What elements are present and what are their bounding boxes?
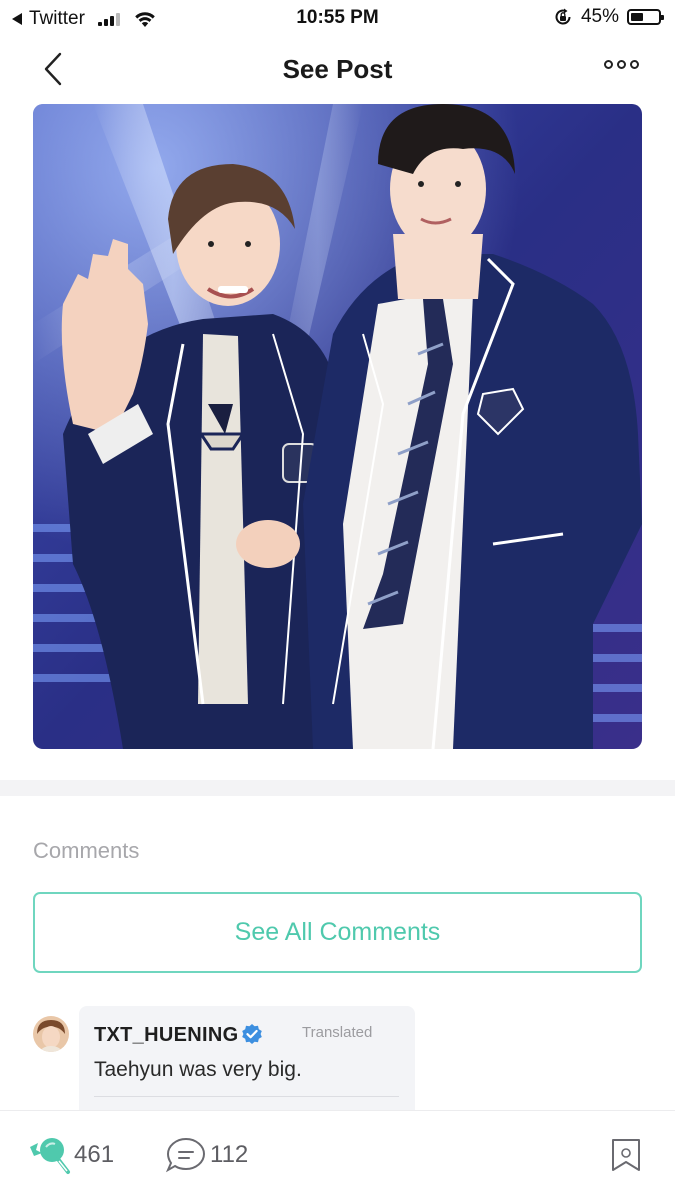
status-bar: Twitter 10:55 PM 45% bbox=[0, 0, 675, 34]
comment-divider bbox=[94, 1096, 399, 1097]
more-dot bbox=[604, 60, 613, 69]
bottom-action-bar: 461 112 bbox=[0, 1110, 675, 1201]
more-dots-icon[interactable] bbox=[604, 60, 639, 69]
top-nav: See Post bbox=[0, 40, 675, 98]
battery-percent: 45% bbox=[580, 6, 619, 27]
comment-author[interactable]: TXT_HUENING bbox=[94, 1024, 238, 1047]
section-divider bbox=[0, 780, 675, 796]
translated-label: Translated bbox=[302, 1024, 373, 1041]
avatar[interactable] bbox=[33, 1016, 69, 1052]
more-dot bbox=[617, 60, 626, 69]
battery-icon bbox=[627, 9, 664, 25]
page-title: See Post bbox=[282, 54, 393, 84]
like-count: 461 bbox=[74, 1141, 115, 1168]
like-lollipop-icon[interactable] bbox=[28, 1133, 72, 1175]
comment-item[interactable]: TXT_HUENING Translated Taehyun was very … bbox=[79, 1006, 415, 1126]
see-all-comments-button[interactable]: See All Comments bbox=[33, 892, 642, 973]
verified-badge-icon bbox=[242, 1024, 262, 1044]
bookmark-icon[interactable] bbox=[611, 1138, 641, 1172]
rotation-lock-icon bbox=[555, 8, 571, 25]
post-image[interactable] bbox=[33, 104, 642, 749]
avatar-image bbox=[33, 1016, 69, 1052]
post-photo-illustration bbox=[33, 104, 642, 749]
comment-count: 112 bbox=[210, 1141, 249, 1168]
comments-section-label: Comments bbox=[33, 838, 140, 863]
more-dot bbox=[630, 60, 639, 69]
comment-text: Taehyun was very big. bbox=[94, 1058, 302, 1081]
comment-bubble-icon[interactable] bbox=[166, 1137, 206, 1173]
battery-fill bbox=[631, 13, 643, 21]
